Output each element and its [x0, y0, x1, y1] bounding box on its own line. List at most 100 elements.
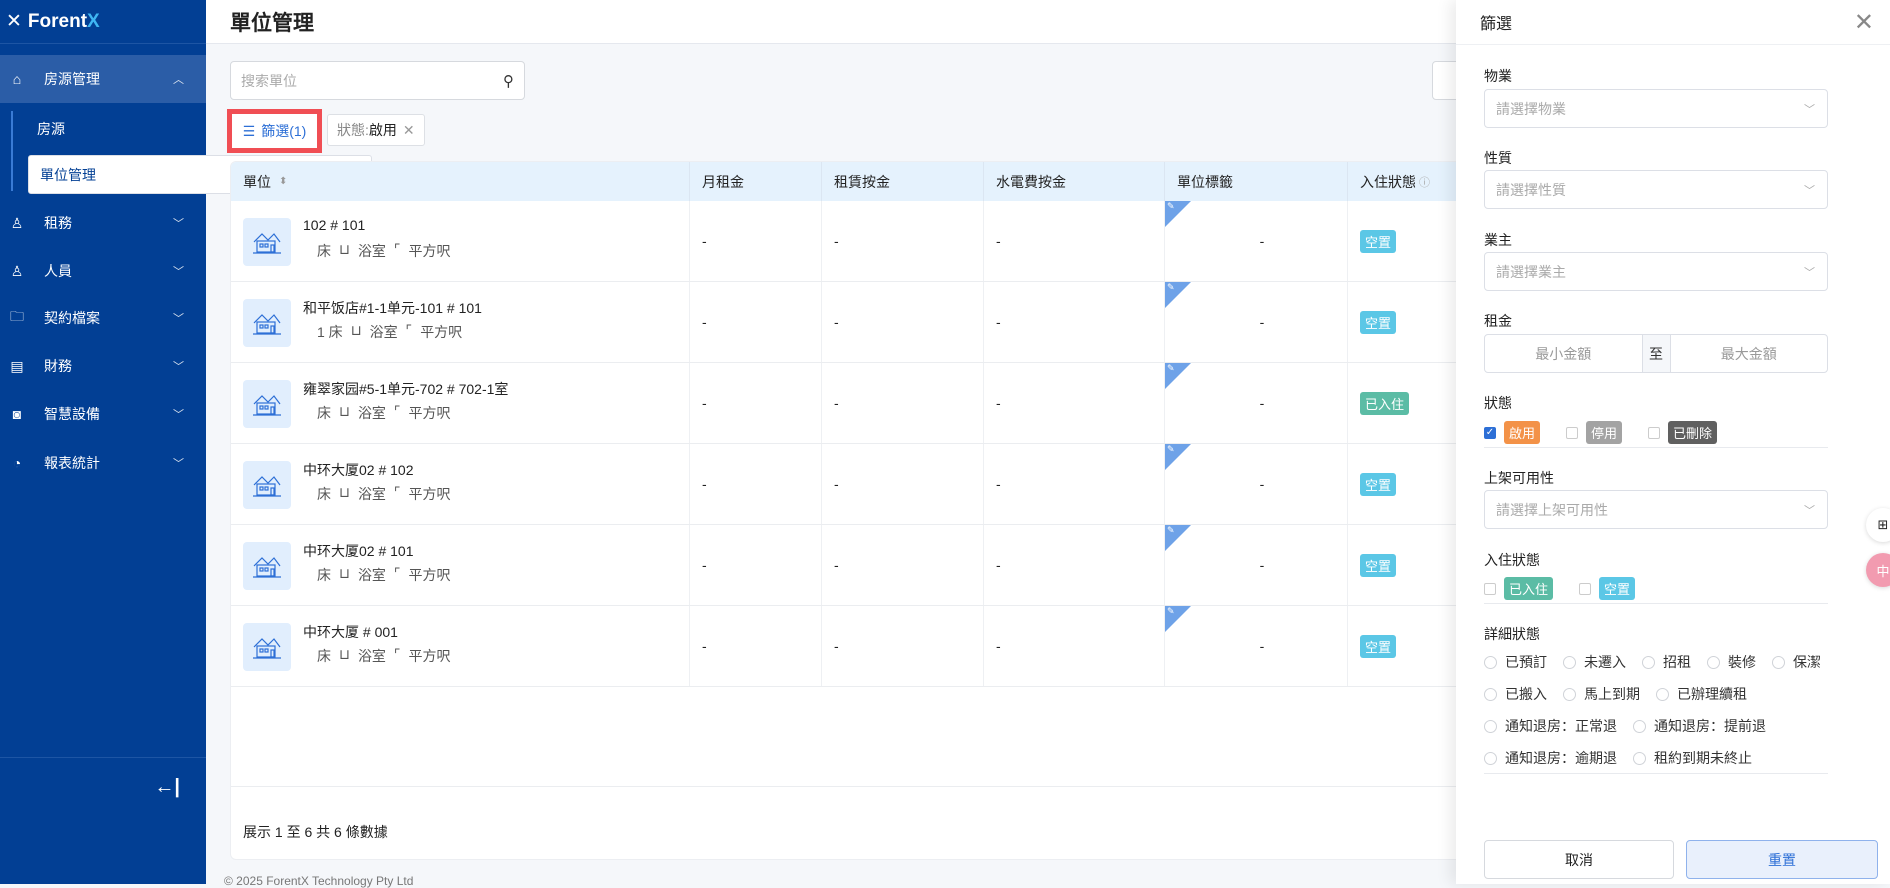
tag-cell: ✎-	[1164, 525, 1347, 605]
checkbox-option[interactable]: 已刪除	[1648, 421, 1717, 444]
nature-select[interactable]: 請選擇性質﹀	[1484, 170, 1828, 209]
unit-name[interactable]: 中环大厦02 # 102	[303, 460, 414, 480]
sidebar-item-5[interactable]: ◙智慧設備﹀	[0, 390, 206, 438]
cancel-button[interactable]: 取消	[1484, 840, 1674, 879]
rent-cell: -	[689, 606, 821, 686]
availability-select[interactable]: 請選擇上架可用性﹀	[1484, 490, 1828, 529]
label-detail-status: 詳細狀態	[1484, 624, 1540, 644]
unit-name[interactable]: 雍翠家园#5-1单元-702 # 702-1室	[303, 379, 508, 399]
sidebar-item-3[interactable]: 🗀契約檔案﹀	[0, 294, 206, 342]
unit-name[interactable]: 和平饭店#1-1单元-101 # 101	[303, 298, 482, 318]
chevron-up-icon: ︿	[173, 71, 184, 87]
checkbox-option[interactable]: 已入住	[1484, 577, 1553, 600]
rent-cell: -	[689, 444, 821, 524]
checkbox-option[interactable]: 停用	[1566, 421, 1622, 444]
edit-tag-icon[interactable]: ✎	[1165, 606, 1191, 632]
edit-tag-icon[interactable]: ✎	[1165, 201, 1191, 227]
label-property: 物業	[1484, 66, 1512, 86]
unit-meta: 床⊔浴室⌜平方呎	[303, 403, 451, 423]
radio[interactable]	[1656, 688, 1669, 701]
collapse-sidebar-icon[interactable]: ←|	[154, 776, 180, 799]
radio-option[interactable]: 租約到期未終止	[1633, 748, 1752, 768]
radio-option[interactable]: 已辦理續租	[1656, 684, 1747, 704]
edit-tag-icon[interactable]: ✎	[1165, 525, 1191, 551]
pie-chart-icon: ◔	[8, 455, 26, 471]
sidebar-item-1[interactable]: ♙租務﹀	[0, 199, 206, 247]
checkbox[interactable]	[1566, 427, 1578, 439]
sidebar-item-label: 智慧設備	[44, 404, 100, 424]
search-icon[interactable]: ⚲	[503, 72, 514, 90]
radio[interactable]	[1563, 688, 1576, 701]
radio[interactable]	[1484, 656, 1497, 669]
help-icon[interactable]: ⓘ	[1419, 174, 1430, 190]
radio[interactable]	[1707, 656, 1720, 669]
document-icon: ▤	[8, 358, 26, 375]
radio-option[interactable]: 未遷入	[1563, 652, 1626, 672]
house-icon	[243, 461, 291, 509]
radio[interactable]	[1563, 656, 1576, 669]
sidebar-item-2[interactable]: ♙人員﹀	[0, 247, 206, 295]
property-select[interactable]: 請選擇物業﹀	[1484, 89, 1828, 128]
filter-button[interactable]: ☰篩選(1)	[227, 109, 322, 153]
unit-meta: 床⊔浴室⌜平方呎	[303, 646, 451, 666]
util-cell: -	[983, 282, 1164, 362]
radio[interactable]	[1633, 720, 1646, 733]
radio[interactable]	[1484, 720, 1497, 733]
radio-option[interactable]: 已預訂	[1484, 652, 1547, 672]
checkbox-option[interactable]: ✓啟用	[1484, 421, 1540, 444]
occupancy-checkboxes: 已入住 空置	[1484, 577, 1661, 600]
checkbox[interactable]	[1579, 583, 1591, 595]
unit-meta: 1 床⊔浴室⌜平方呎	[303, 322, 462, 342]
sort-icon[interactable]: ⬍	[279, 176, 287, 187]
radio-option[interactable]: 通知退房：正常退	[1484, 716, 1617, 736]
radio-option[interactable]: 招租	[1642, 652, 1691, 672]
edit-tag-icon[interactable]: ✎	[1165, 363, 1191, 389]
radio[interactable]	[1633, 752, 1646, 765]
max-amount-input[interactable]: 最大金額	[1671, 335, 1828, 372]
edit-tag-icon[interactable]: ✎	[1165, 282, 1191, 308]
unit-cell: 中环大厦02 # 102床⊔浴室⌜平方呎	[231, 444, 689, 524]
checkbox[interactable]	[1484, 583, 1496, 595]
radio-option[interactable]: 通知退房：逾期退	[1484, 748, 1617, 768]
unit-name[interactable]: 102 # 101	[303, 217, 365, 233]
checkbox[interactable]: ✓	[1484, 427, 1496, 439]
reset-button[interactable]: 重置	[1686, 840, 1878, 879]
user-icon: ♙	[8, 215, 26, 232]
radio-option[interactable]: 通知退房：提前退	[1633, 716, 1766, 736]
radio-option[interactable]: 裝修	[1707, 652, 1756, 672]
min-amount-input[interactable]: 最小金額	[1485, 335, 1642, 372]
bathtub-icon: ⊔	[339, 646, 350, 666]
chevron-down-icon: ﹀	[1804, 182, 1815, 198]
deposit-cell: -	[821, 282, 983, 362]
logo: ✕ForentX	[0, 0, 206, 44]
close-icon[interactable]: ✕	[403, 122, 415, 139]
deposit-cell: -	[821, 606, 983, 686]
search-input[interactable]: 搜索單位⚲	[230, 61, 525, 100]
radio-option[interactable]: 保潔	[1772, 652, 1821, 672]
checkbox-option[interactable]: 空置	[1579, 577, 1635, 600]
sidebar-subitem-listings[interactable]: 房源	[29, 111, 190, 147]
checkbox[interactable]	[1648, 427, 1660, 439]
unit-name[interactable]: 中环大厦 # 001	[303, 622, 398, 642]
owner-select[interactable]: 請選擇業主﹀	[1484, 252, 1828, 291]
bathtub-icon: ⊔	[339, 241, 350, 261]
edit-tag-icon[interactable]: ✎	[1165, 444, 1191, 470]
sidebar-item-6[interactable]: ◔報表統計﹀	[0, 439, 206, 487]
close-icon[interactable]: ✕	[1854, 8, 1874, 37]
util-cell: -	[983, 525, 1164, 605]
tag-cell: ✎-	[1164, 282, 1347, 362]
sidebar-item-label: 報表統計	[44, 453, 100, 473]
radio[interactable]	[1642, 656, 1655, 669]
radio[interactable]	[1484, 688, 1497, 701]
column-header: 單位標籤	[1164, 162, 1347, 201]
sidebar-item-0[interactable]: ⌂房源管理︿	[0, 55, 206, 103]
detail-status-radios: 已預訂未遷入招租裝修保潔已搬入馬上到期已辦理續租通知退房：正常退通知退房：提前退…	[1484, 646, 1844, 774]
column-header[interactable]: 單位⬍	[231, 162, 689, 201]
radio-option[interactable]: 已搬入	[1484, 684, 1547, 704]
sidebar-item-4[interactable]: ▤財務﹀	[0, 342, 206, 390]
chevron-down-icon: ﹀	[1804, 264, 1815, 280]
radio-option[interactable]: 馬上到期	[1563, 684, 1640, 704]
unit-name[interactable]: 中环大厦02 # 101	[303, 541, 414, 561]
radio[interactable]	[1484, 752, 1497, 765]
radio[interactable]	[1772, 656, 1785, 669]
